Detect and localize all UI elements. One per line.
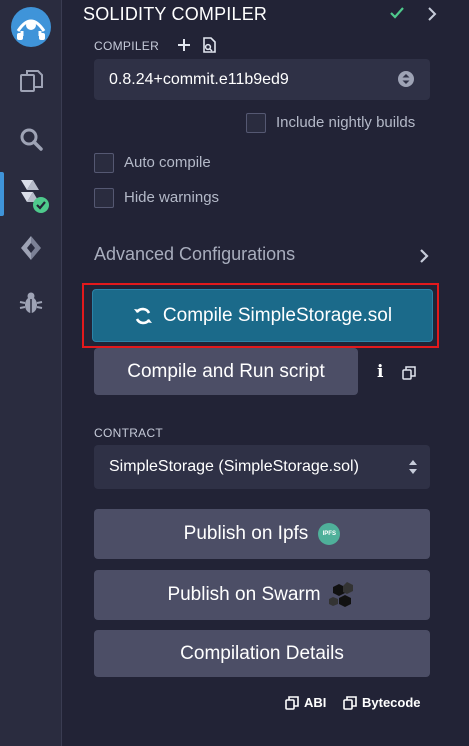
copy-abi-button[interactable]: ABI bbox=[285, 695, 326, 710]
copy-bytecode-icon bbox=[343, 695, 357, 710]
swarm-logo-icon bbox=[328, 582, 353, 607]
contract-label: CONTRACT bbox=[94, 426, 164, 440]
compilation-details-button[interactable]: Compilation Details bbox=[94, 630, 430, 677]
copy-script-icon[interactable] bbox=[402, 366, 416, 380]
load-compiler-file-icon[interactable] bbox=[201, 37, 217, 53]
compiler-version-select[interactable]: 0.8.24+commit.e11b9ed9 bbox=[94, 59, 430, 100]
solidity-compiler-icon[interactable] bbox=[0, 172, 62, 216]
publish-ipfs-label: Publish on Ipfs bbox=[183, 523, 309, 544]
ipfs-logo-text: IPFS bbox=[322, 531, 336, 537]
contract-selected-value: SimpleStorage (SimpleStorage.sol) bbox=[109, 458, 359, 475]
compile-and-run-label: Compile and Run script bbox=[127, 360, 325, 382]
compiler-version-value: 0.8.24+commit.e11b9ed9 bbox=[109, 70, 289, 88]
auto-compile-label: Auto compile bbox=[124, 154, 211, 171]
compile-button[interactable]: Compile SimpleStorage.sol bbox=[92, 289, 433, 342]
info-icon[interactable]: i bbox=[377, 362, 383, 382]
add-compiler-icon[interactable] bbox=[177, 38, 191, 52]
ipfs-logo-icon: IPFS bbox=[318, 523, 341, 545]
nightly-builds-checkbox[interactable] bbox=[246, 113, 266, 133]
search-icon[interactable] bbox=[0, 117, 62, 161]
hide-warnings-checkbox[interactable] bbox=[94, 188, 114, 208]
publish-swarm-button[interactable]: Publish on Swarm bbox=[94, 570, 430, 620]
abi-label: ABI bbox=[304, 695, 327, 710]
contract-select[interactable]: SimpleStorage (SimpleStorage.sol) bbox=[94, 445, 430, 489]
select-arrows-icon bbox=[398, 71, 414, 87]
remix-logo-icon[interactable] bbox=[0, 2, 62, 52]
panel-title: SOLIDITY COMPILER bbox=[83, 4, 268, 24]
compile-and-run-button[interactable]: Compile and Run script bbox=[94, 348, 358, 395]
advanced-chevron-icon[interactable] bbox=[418, 248, 430, 264]
nightly-builds-label: Include nightly builds bbox=[276, 114, 416, 131]
file-explorer-icon[interactable] bbox=[0, 60, 62, 104]
contract-select-arrows-icon bbox=[409, 460, 417, 474]
debugger-bug-icon[interactable] bbox=[0, 281, 62, 325]
compile-button-label: Compile SimpleStorage.sol bbox=[162, 304, 393, 326]
bytecode-label: Bytecode bbox=[362, 695, 421, 710]
compiled-check-icon bbox=[390, 7, 404, 19]
copy-bytecode-button[interactable]: Bytecode bbox=[343, 695, 421, 710]
copy-abi-icon bbox=[285, 695, 299, 710]
advanced-configurations-toggle[interactable]: Advanced Configurations bbox=[94, 244, 295, 265]
compilation-details-label: Compilation Details bbox=[180, 642, 344, 664]
chevron-right-icon[interactable] bbox=[426, 6, 438, 22]
hide-warnings-label: Hide warnings bbox=[124, 189, 220, 206]
auto-compile-checkbox[interactable] bbox=[94, 153, 114, 173]
activity-bar bbox=[0, 0, 62, 746]
solidity-compiler-panel: SOLIDITY COMPILER COMPILER 0.8.24+commit… bbox=[63, 0, 469, 746]
refresh-icon bbox=[133, 307, 152, 324]
deploy-run-icon[interactable] bbox=[0, 226, 62, 270]
publish-ipfs-button[interactable]: Publish on Ipfs IPFS bbox=[94, 509, 430, 559]
publish-swarm-label: Publish on Swarm bbox=[167, 584, 321, 605]
compiler-label: COMPILER bbox=[94, 39, 160, 53]
